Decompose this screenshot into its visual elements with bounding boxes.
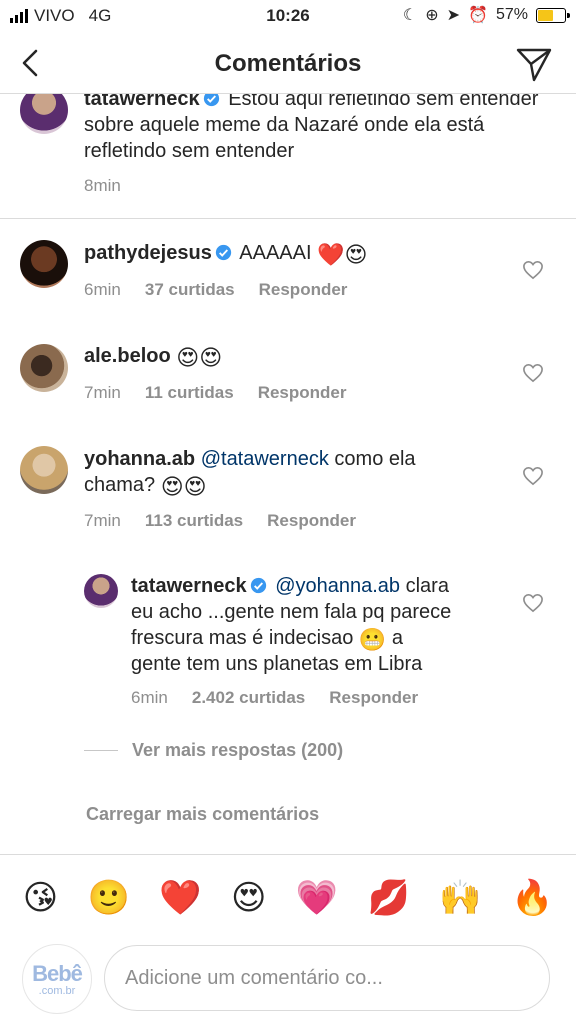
reply-button[interactable]: Responder [329, 688, 418, 708]
reply-username[interactable]: tatawerneck [131, 575, 247, 597]
view-more-replies-label[interactable]: Ver mais respostas (200) [132, 740, 343, 761]
emoji: ❤️😍 [317, 242, 368, 267]
comment-username[interactable]: ale.beloo [84, 345, 171, 367]
reply-body: clara [405, 575, 449, 597]
reply-meta: 6min 2.402 curtidas Responder [131, 688, 418, 708]
comment-meta: 8min [84, 176, 121, 196]
comment-time: 7min [84, 511, 121, 530]
comment-text: pathydejesus AAAAAI ❤️😍 [84, 240, 504, 266]
view-more-replies[interactable]: Ver mais respostas (200) [84, 740, 343, 761]
emoji-lips-button[interactable]: 💋 [368, 878, 410, 918]
comment-username[interactable]: tatawerneck [84, 94, 200, 110]
direct-send-icon[interactable] [514, 44, 554, 84]
mention-link[interactable]: @tatawerneck [201, 448, 329, 470]
battery-fill [538, 9, 553, 21]
alarm-icon: ⏰ [468, 7, 488, 24]
status-bar-right: ☾ ⊕ ➤ ⏰ 57% [402, 5, 570, 25]
reply-body: a [391, 627, 403, 649]
comment-body: chama? [84, 474, 156, 496]
comment-text: tatawerneck Estou aqui refletindo sem en… [84, 94, 554, 164]
comment-time: 6min [84, 280, 121, 299]
comment-input[interactable] [104, 945, 550, 1011]
mention-link[interactable]: @yohanna.ab [275, 575, 400, 597]
comment-username[interactable]: pathydejesus [84, 242, 212, 264]
moon-icon: ☾ [402, 7, 418, 24]
emoji: 😍😍 [160, 474, 207, 499]
emoji-smile-button[interactable]: 🙂 [88, 878, 130, 918]
comment-body: AAAAAI [239, 242, 312, 264]
like-heart-icon[interactable] [522, 466, 544, 486]
location-icon: ➤ [446, 7, 461, 24]
avatar[interactable] [20, 446, 68, 494]
comment-time: 6min [131, 688, 168, 707]
emoji-kiss-button[interactable]: 😘 [23, 878, 58, 918]
watermark-subtext: .com.br [38, 985, 76, 997]
emoji-heart-eyes-button[interactable]: 😍 [231, 878, 266, 918]
likes-count[interactable]: 37 curtidas [145, 280, 235, 300]
comment-body: como ela [334, 448, 416, 470]
reply-text: tatawerneck @yohanna.ab clara eu acho ..… [131, 573, 501, 677]
comments-list: tatawerneck Estou aqui refletindo sem en… [0, 94, 576, 854]
watermark-logo: Bebê .com.br [22, 944, 92, 1014]
comment-meta: 7min 113 curtidas Responder [84, 511, 356, 531]
like-heart-icon[interactable] [522, 363, 544, 383]
comment-time: 8min [84, 176, 121, 195]
avatar[interactable] [84, 574, 118, 608]
comment-meta: 7min 11 curtidas Responder [84, 383, 346, 403]
emoji-pink-heart-button[interactable]: 💗 [296, 878, 338, 918]
reply-body: eu acho ...gente nem fala pq parece [131, 601, 452, 623]
emoji-raised-hands-button[interactable]: 🙌 [439, 878, 481, 918]
comment-meta: 6min 37 curtidas Responder [84, 280, 347, 300]
reply-button[interactable]: Responder [258, 383, 347, 403]
reply-button[interactable]: Responder [267, 511, 356, 531]
divider [84, 750, 118, 751]
page-title: Comentários [214, 50, 362, 77]
emoji-quick-bar: 😘 🙂 ❤️ 😍 💗 💋 🙌 🔥 [0, 854, 576, 940]
comment-text: yohanna.ab @tatawerneck como ela chama? … [84, 446, 504, 498]
avatar[interactable] [20, 240, 68, 288]
reply-body: frescura mas é indecisao [131, 627, 354, 649]
reply-body: gente tem uns planetas em Libra [131, 653, 423, 675]
avatar[interactable] [20, 94, 68, 134]
battery-percent: 57% [495, 6, 528, 23]
verified-badge-icon [215, 244, 231, 261]
verified-badge-icon [203, 94, 219, 107]
like-heart-icon[interactable] [522, 260, 544, 280]
emoji: 😍😍 [176, 345, 223, 370]
comment-text: ale.beloo 😍😍 [84, 343, 504, 369]
status-bar: VIVO 4G 10:26 ☾ ⊕ ➤ ⏰ 57% [0, 0, 576, 32]
likes-count[interactable]: 11 curtidas [145, 383, 234, 403]
divider [0, 218, 576, 219]
navigation-header: Comentários [0, 32, 576, 94]
comment-time: 7min [84, 383, 121, 402]
emoji: 😬 [358, 627, 387, 652]
avatar[interactable] [20, 344, 68, 392]
like-heart-icon[interactable] [522, 593, 544, 613]
likes-count[interactable]: 113 curtidas [145, 511, 243, 531]
reply-button[interactable]: Responder [259, 280, 348, 300]
rotation-lock-icon: ⊕ [425, 7, 439, 24]
comment-username[interactable]: yohanna.ab [84, 448, 195, 470]
verified-badge-icon [250, 577, 266, 594]
load-more-comments[interactable]: Carregar mais comentários [86, 804, 319, 825]
emoji-heart-button[interactable]: ❤️ [159, 878, 201, 918]
emoji-fire-button[interactable]: 🔥 [511, 878, 553, 918]
comment-input-bar: Bebê .com.br [0, 940, 576, 1024]
likes-count[interactable]: 2.402 curtidas [192, 688, 305, 708]
watermark-text: Bebê [32, 961, 83, 986]
battery-icon [536, 7, 570, 23]
